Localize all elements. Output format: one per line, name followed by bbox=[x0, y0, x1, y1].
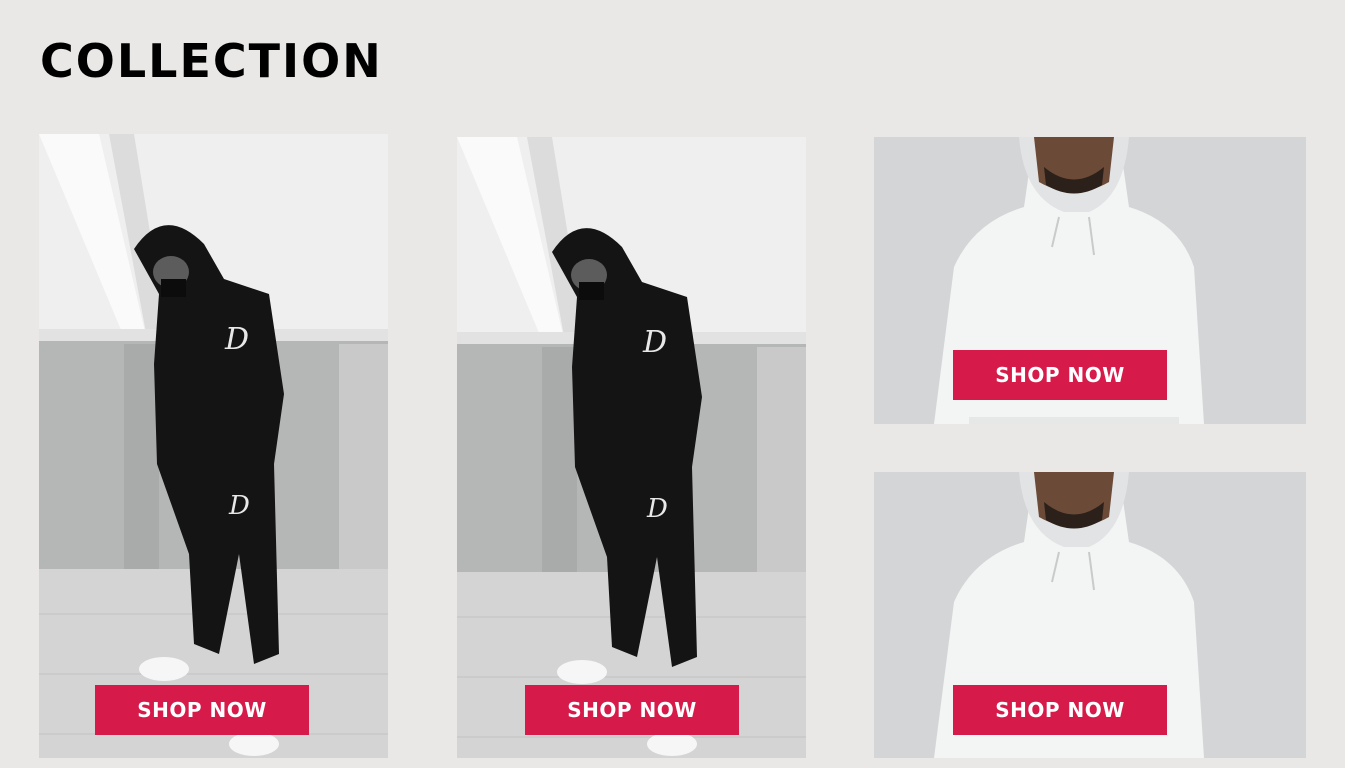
shop-now-button[interactable]: SHOP NOW bbox=[953, 350, 1167, 400]
svg-text:D: D bbox=[642, 325, 667, 360]
svg-text:D: D bbox=[228, 491, 250, 521]
shop-now-button[interactable]: SHOP NOW bbox=[953, 685, 1167, 735]
shop-now-button[interactable]: SHOP NOW bbox=[95, 685, 309, 735]
svg-text:D: D bbox=[224, 322, 249, 357]
svg-text:D: D bbox=[646, 494, 668, 524]
product-card-4[interactable]: SHOP NOW bbox=[874, 472, 1306, 758]
product-card-2[interactable]: D D SHOP NOW bbox=[457, 137, 806, 758]
page-title: COLLECTION bbox=[40, 34, 383, 88]
product-card-1[interactable]: D D SHOP NOW bbox=[39, 134, 388, 758]
black-tracksuit-image: D D bbox=[39, 134, 388, 758]
black-tracksuit-image: D D bbox=[457, 137, 806, 758]
product-card-3[interactable]: SHOP NOW bbox=[874, 137, 1306, 424]
shop-now-button[interactable]: SHOP NOW bbox=[525, 685, 739, 735]
